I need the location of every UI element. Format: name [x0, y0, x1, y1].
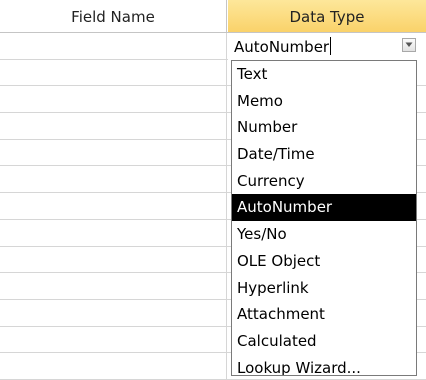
field-name-cell[interactable]: [0, 353, 227, 379]
dropdown-option-currency[interactable]: Currency: [232, 168, 416, 195]
field-name-cell[interactable]: [0, 299, 227, 326]
field-name-cell[interactable]: [0, 86, 227, 113]
data-type-column-header[interactable]: Data Type: [228, 0, 426, 32]
dropdown-option-number[interactable]: Number: [232, 114, 416, 141]
dropdown-option-date-time[interactable]: Date/Time: [232, 141, 416, 168]
field-name-cell[interactable]: [0, 273, 227, 299]
dropdown-option-autonumber[interactable]: AutoNumber: [232, 194, 416, 222]
field-name-cell[interactable]: [0, 59, 227, 86]
dropdown-option-hyperlink[interactable]: Hyperlink: [232, 275, 416, 302]
field-name-cell[interactable]: [0, 139, 227, 166]
data-type-combobox[interactable]: AutoNumber: [228, 33, 426, 60]
combobox-text: AutoNumber: [234, 38, 330, 56]
field-name-cell[interactable]: [0, 219, 227, 246]
dropdown-arrow-icon[interactable]: [402, 38, 416, 52]
dropdown-option-lookup-wizard[interactable]: Lookup Wizard...: [232, 355, 416, 375]
grid-header: Field Name Data Type: [0, 0, 426, 33]
field-name-cell[interactable]: [0, 246, 227, 273]
dropdown-option-memo[interactable]: Memo: [232, 88, 416, 115]
dropdown-option-yes-no[interactable]: Yes/No: [232, 221, 416, 248]
field-name-cell[interactable]: [0, 166, 227, 193]
dropdown-option-attachment[interactable]: Attachment: [232, 301, 416, 328]
data-type-dropdown-list[interactable]: Text Memo Number Date/Time Currency Auto…: [231, 60, 417, 376]
field-name-column-header[interactable]: Field Name: [0, 0, 227, 32]
dropdown-option-ole-object[interactable]: OLE Object: [232, 248, 416, 275]
field-name-cell[interactable]: [0, 33, 227, 59]
chevron-down-icon: [405, 42, 413, 47]
text-caret: [330, 37, 332, 55]
dropdown-option-text[interactable]: Text: [232, 61, 416, 88]
field-name-cell[interactable]: [0, 113, 227, 139]
field-name-cell[interactable]: [0, 326, 227, 353]
dropdown-option-calculated[interactable]: Calculated: [232, 328, 416, 355]
data-type-combobox-value[interactable]: AutoNumber: [234, 37, 332, 57]
table-design-grid: Field Name Data Type AutoNumber Text Mem…: [0, 0, 426, 380]
field-name-cell[interactable]: [0, 193, 227, 219]
